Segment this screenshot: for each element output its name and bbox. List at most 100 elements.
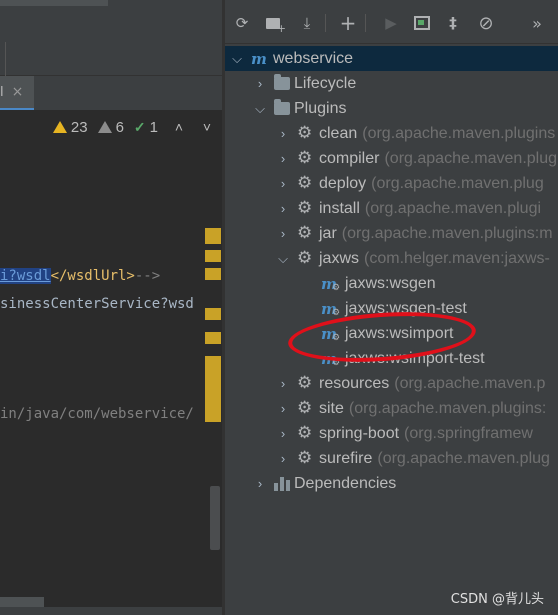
tree-node-plugin-compiler[interactable]: › ⚙ compiler (org.apache.maven.plug (225, 146, 558, 171)
editor-scrollbar[interactable] (210, 486, 220, 550)
error-stripe-mark[interactable] (205, 268, 221, 280)
plugin-gear-icon: ⚙ (297, 122, 313, 142)
execute-goal-icon[interactable] (413, 14, 431, 32)
watermark: CSDN @背儿头 (450, 592, 544, 607)
plugin-gear-icon: ⚙ (297, 197, 313, 217)
collapsed-arrow-icon[interactable]: › (277, 226, 289, 241)
typo-check-icon: ✓ (133, 118, 146, 135)
download-sources-icon[interactable]: ⤓ (298, 14, 316, 32)
folder-icon (274, 99, 290, 115)
tree-scrollbar[interactable] (552, 48, 556, 608)
plugin-group: (org.apache.maven.plugins (362, 124, 556, 142)
tree-node-label: Dependencies (294, 474, 397, 492)
plugin-name: deploy (319, 174, 367, 192)
error-stripe-mark[interactable] (205, 356, 221, 422)
collapsed-arrow-icon[interactable]: › (277, 126, 289, 141)
plugin-name: resources (319, 374, 390, 392)
expanded-arrow-icon[interactable]: ⌵ (231, 51, 243, 67)
maven-toolbar: ⟳ + ⤓ + ▶ ‡ ⊘ » (225, 0, 558, 44)
collapsed-arrow-icon[interactable]: › (277, 401, 289, 416)
previous-highlight-icon[interactable]: ˄ (172, 119, 186, 135)
editor-bottom-tab (0, 597, 44, 607)
tree-node-goal-wsimport[interactable]: m ⚙ jaxws:wsimport (225, 321, 558, 346)
code-line-wsdl-url[interactable]: i?wsdl</wsdlUrl>--> (0, 268, 160, 284)
tree-node-label: Lifecycle (294, 74, 357, 92)
editor-tab-strip-upper (0, 42, 222, 76)
tree-node-dependencies[interactable]: › Dependencies (225, 471, 558, 496)
plugin-name: jaxws (319, 249, 360, 267)
tree-node-plugin-deploy[interactable]: › ⚙ deploy (org.apache.maven.plug (225, 171, 558, 196)
error-stripe-mark[interactable] (205, 332, 221, 344)
collapsed-arrow-icon[interactable]: › (277, 176, 289, 191)
tree-node-goal-wsgen[interactable]: m ⚙ jaxws:wsgen (225, 271, 558, 296)
goal-name: jaxws:wsgen (345, 274, 436, 292)
plugin-name: surefire (319, 449, 373, 467)
warnings-count: 23 (70, 118, 88, 136)
dependencies-icon (274, 476, 290, 491)
collapsed-arrow-icon[interactable]: › (277, 426, 289, 441)
tree-node-plugin-surefire[interactable]: › ⚙ surefire (org.apache.maven.plug (225, 446, 558, 471)
code-text: sinessCenterService?wsd (0, 296, 194, 312)
inspection-widget[interactable]: 23 6 ✓ 1 ˄ ˅ (0, 116, 222, 138)
add-maven-project-icon[interactable]: + (339, 11, 357, 35)
plugin-gear-icon: ⚙ (297, 247, 313, 267)
add-folder-icon[interactable]: + (264, 14, 286, 35)
tree-node-plugin-clean[interactable]: › ⚙ clean (org.apache.maven.plugins (225, 121, 558, 146)
skip-tests-icon[interactable]: ⊘ (477, 13, 495, 34)
expanded-arrow-icon[interactable]: ⌵ (254, 101, 266, 117)
tree-node-plugin-spring-boot[interactable]: › ⚙ spring-boot (org.springframew (225, 421, 558, 446)
plugin-gear-icon: ⚙ (297, 447, 313, 467)
tree-node-plugin-jar[interactable]: › ⚙ jar (org.apache.maven.plugins:m (225, 221, 558, 246)
close-icon[interactable]: × (12, 84, 24, 100)
plugin-group: (org.apache.maven.plugi (364, 199, 542, 217)
maven-goal-icon: m ⚙ (321, 274, 341, 293)
collapsed-arrow-icon[interactable]: › (277, 151, 289, 166)
next-highlight-icon[interactable]: ˅ (200, 119, 214, 135)
plugin-gear-icon: ⚙ (297, 422, 313, 442)
tree-node-plugin-resources[interactable]: › ⚙ resources (org.apache.maven.p (225, 371, 558, 396)
reload-icon[interactable]: ⟳ (233, 14, 251, 32)
xml-close-tag: </wsdlUrl> (50, 268, 135, 284)
tree-node-goal-wsimport-test[interactable]: m ⚙ jaxws:wsimport-test (225, 346, 558, 371)
maven-module-icon: m (251, 49, 267, 68)
collapsed-arrow-icon[interactable]: › (277, 451, 289, 466)
tree-node-plugin-site[interactable]: › ⚙ site (org.apache.maven.plugins: (225, 396, 558, 421)
code-line-service-url[interactable]: sinessCenterService?wsd (0, 296, 194, 312)
plugin-name: site (319, 399, 344, 417)
tree-node-plugin-install[interactable]: › ⚙ install (org.apache.maven.plugi (225, 196, 558, 221)
error-stripe-mark[interactable] (205, 228, 221, 244)
expanded-arrow-icon[interactable]: ⌵ (277, 251, 289, 267)
plugin-group: (org.apache.maven.plug (384, 149, 558, 167)
tree-node-goal-wsgen-test[interactable]: m ⚙ jaxws:wsgen-test (225, 296, 558, 321)
goal-name: jaxws:wsgen-test (345, 299, 467, 317)
code-text: in/java/com/webservice/ (0, 406, 194, 422)
error-stripe-mark[interactable] (205, 308, 221, 320)
tree-node-webservice[interactable]: ⌵ m webservice (225, 46, 558, 71)
wsdl-url-link[interactable]: i?wsdl (0, 268, 51, 284)
tree-node-label: Plugins (294, 99, 347, 117)
plugin-group: (org.apache.maven.plugins: (348, 399, 547, 417)
collapsed-arrow-icon[interactable]: › (254, 76, 266, 91)
plugin-name: clean (319, 124, 358, 142)
plugin-group: (org.springframew (404, 424, 533, 442)
code-line-source-path[interactable]: in/java/com/webservice/ (0, 406, 194, 422)
error-stripe-mark[interactable] (205, 250, 221, 262)
collapsed-arrow-icon[interactable]: › (254, 476, 266, 491)
weak-warnings-count: 6 (115, 118, 124, 136)
tree-node-plugin-jaxws[interactable]: ⌵ ⚙ jaxws (com.helger.maven:jaxws- (225, 246, 558, 271)
run-icon[interactable]: ▶ (382, 14, 400, 32)
plugin-group: (com.helger.maven:jaxws- (364, 249, 550, 267)
tree-node-lifecycle[interactable]: › Lifecycle (225, 71, 558, 96)
tree-node-plugins[interactable]: ⌵ Plugins (225, 96, 558, 121)
warning-icon (52, 121, 67, 133)
more-actions-icon[interactable]: » (528, 14, 546, 33)
code-editor[interactable]: l × 23 6 ✓ 1 ˄ ˅ i?wsdl</wsdlUrl>--> sin… (0, 0, 222, 615)
plugin-group: (org.apache.maven.plugins:m (341, 224, 553, 242)
plus-glyph: + (276, 21, 286, 35)
collapsed-arrow-icon[interactable]: › (277, 201, 289, 216)
typos-count: 1 (149, 118, 158, 136)
maven-goal-icon: m ⚙ (321, 299, 341, 318)
editor-tab[interactable]: l × (0, 76, 34, 110)
collapsed-arrow-icon[interactable]: › (277, 376, 289, 391)
toggle-offline-icon[interactable]: ‡ (444, 14, 462, 32)
